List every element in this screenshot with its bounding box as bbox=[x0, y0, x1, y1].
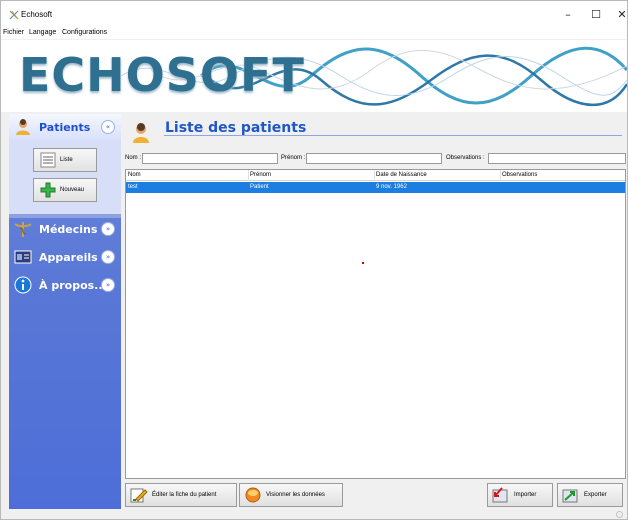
sidebar: Patients « Liste Nouveau Médecins » Appa… bbox=[9, 114, 121, 509]
column-separator bbox=[248, 170, 249, 181]
column-header-prenom[interactable]: Prénom bbox=[250, 172, 271, 178]
caduceus-icon bbox=[14, 222, 32, 237]
menu-fichier[interactable]: Fichier bbox=[3, 29, 24, 36]
sidebar-section-medecins[interactable]: Médecins » bbox=[9, 216, 121, 242]
sidebar-section-appareils[interactable]: Appareils » bbox=[9, 244, 121, 270]
column-separator bbox=[374, 170, 375, 181]
close-button[interactable]: ✕ bbox=[607, 1, 628, 27]
menu-langage[interactable]: Langage bbox=[29, 29, 56, 36]
edit-patient-label: Éditer la fiche du patient bbox=[152, 492, 217, 498]
patient-icon bbox=[16, 119, 30, 135]
sidebar-appareils-label: Appareils bbox=[39, 250, 98, 264]
action-bar: Éditer la fiche du patient Visionner les… bbox=[125, 481, 626, 509]
page-title: Liste des patients bbox=[165, 120, 307, 136]
export-button[interactable]: Exporter bbox=[557, 483, 623, 507]
patients-new-button[interactable]: Nouveau bbox=[33, 178, 97, 202]
edit-patient-button[interactable]: Éditer la fiche du patient bbox=[125, 483, 237, 507]
view-data-button[interactable]: Visionner les données bbox=[239, 483, 343, 507]
column-header-nom[interactable]: Nom bbox=[128, 172, 141, 178]
filter-bar: Nom : Prénom : Observations : bbox=[125, 153, 626, 165]
sidebar-section-patients[interactable]: Patients « bbox=[9, 114, 121, 140]
cell-date: 9 nov. 1962 bbox=[376, 184, 407, 190]
observations-label: Observations : bbox=[446, 155, 485, 161]
sidebar-section-apropos[interactable]: À propos... » bbox=[9, 272, 121, 298]
view-data-label: Visionner les données bbox=[266, 492, 325, 498]
table-header: Nom Prénom Date de Naissance Observation… bbox=[126, 170, 625, 181]
patients-list-button[interactable]: Liste bbox=[33, 148, 97, 172]
sidebar-medecins-label: Médecins bbox=[39, 222, 98, 236]
cell-prenom: Patient bbox=[250, 184, 269, 190]
import-button[interactable]: Importer bbox=[487, 483, 553, 507]
prenom-input[interactable] bbox=[306, 153, 442, 164]
export-icon bbox=[562, 489, 578, 503]
table-row[interactable]: test Patient 9 nov. 1962 bbox=[126, 182, 625, 193]
info-icon bbox=[14, 276, 32, 294]
column-separator bbox=[500, 170, 501, 181]
cell-nom: test bbox=[128, 184, 138, 190]
import-label: Importer bbox=[514, 492, 537, 498]
sidebar-patients-label: Patients bbox=[39, 120, 91, 134]
edit-icon bbox=[130, 488, 148, 503]
collapse-icon[interactable]: « bbox=[101, 120, 115, 134]
expand-icon[interactable]: » bbox=[101, 278, 115, 292]
sidebar-apropos-label: À propos... bbox=[39, 278, 107, 292]
column-header-date[interactable]: Date de Naissance bbox=[376, 172, 427, 178]
menu-configurations[interactable]: Configurations bbox=[62, 29, 107, 36]
device-icon bbox=[14, 250, 32, 264]
expand-icon[interactable]: » bbox=[101, 222, 115, 236]
import-icon bbox=[492, 487, 508, 503]
menu-bar: Fichier Langage Configurations bbox=[1, 27, 627, 39]
add-icon bbox=[40, 182, 56, 198]
view-data-icon bbox=[245, 487, 261, 503]
prenom-label: Prénom : bbox=[281, 155, 306, 161]
echosoft-logo: ECHOSOFT bbox=[19, 48, 305, 102]
patients-list-label: Liste bbox=[60, 157, 73, 163]
echosoft-app-icon bbox=[9, 10, 19, 20]
patients-new-label: Nouveau bbox=[60, 187, 85, 193]
list-icon bbox=[40, 152, 56, 168]
title-bar: Echosoft – ☐ ✕ bbox=[1, 1, 627, 27]
nom-input[interactable] bbox=[142, 153, 278, 164]
nom-label: Nom : bbox=[125, 155, 142, 161]
export-label: Exporter bbox=[584, 492, 607, 498]
banner: ECHOSOFT bbox=[1, 40, 627, 112]
red-marker bbox=[362, 262, 364, 264]
patients-table: Nom Prénom Date de Naissance Observation… bbox=[125, 169, 626, 479]
minimize-button[interactable]: – bbox=[553, 1, 583, 27]
expand-icon[interactable]: » bbox=[101, 250, 115, 264]
observations-input[interactable] bbox=[488, 153, 626, 164]
patient-icon bbox=[133, 123, 149, 143]
title-underline bbox=[164, 135, 622, 136]
patients-panel: Liste Nouveau bbox=[9, 140, 121, 214]
window-title: Echosoft bbox=[21, 10, 53, 19]
column-header-observations[interactable]: Observations bbox=[502, 172, 537, 178]
app-window: Echosoft – ☐ ✕ Fichier Langage Configura… bbox=[0, 0, 628, 520]
status-bar bbox=[1, 510, 627, 519]
resize-grip-icon[interactable] bbox=[616, 511, 623, 518]
